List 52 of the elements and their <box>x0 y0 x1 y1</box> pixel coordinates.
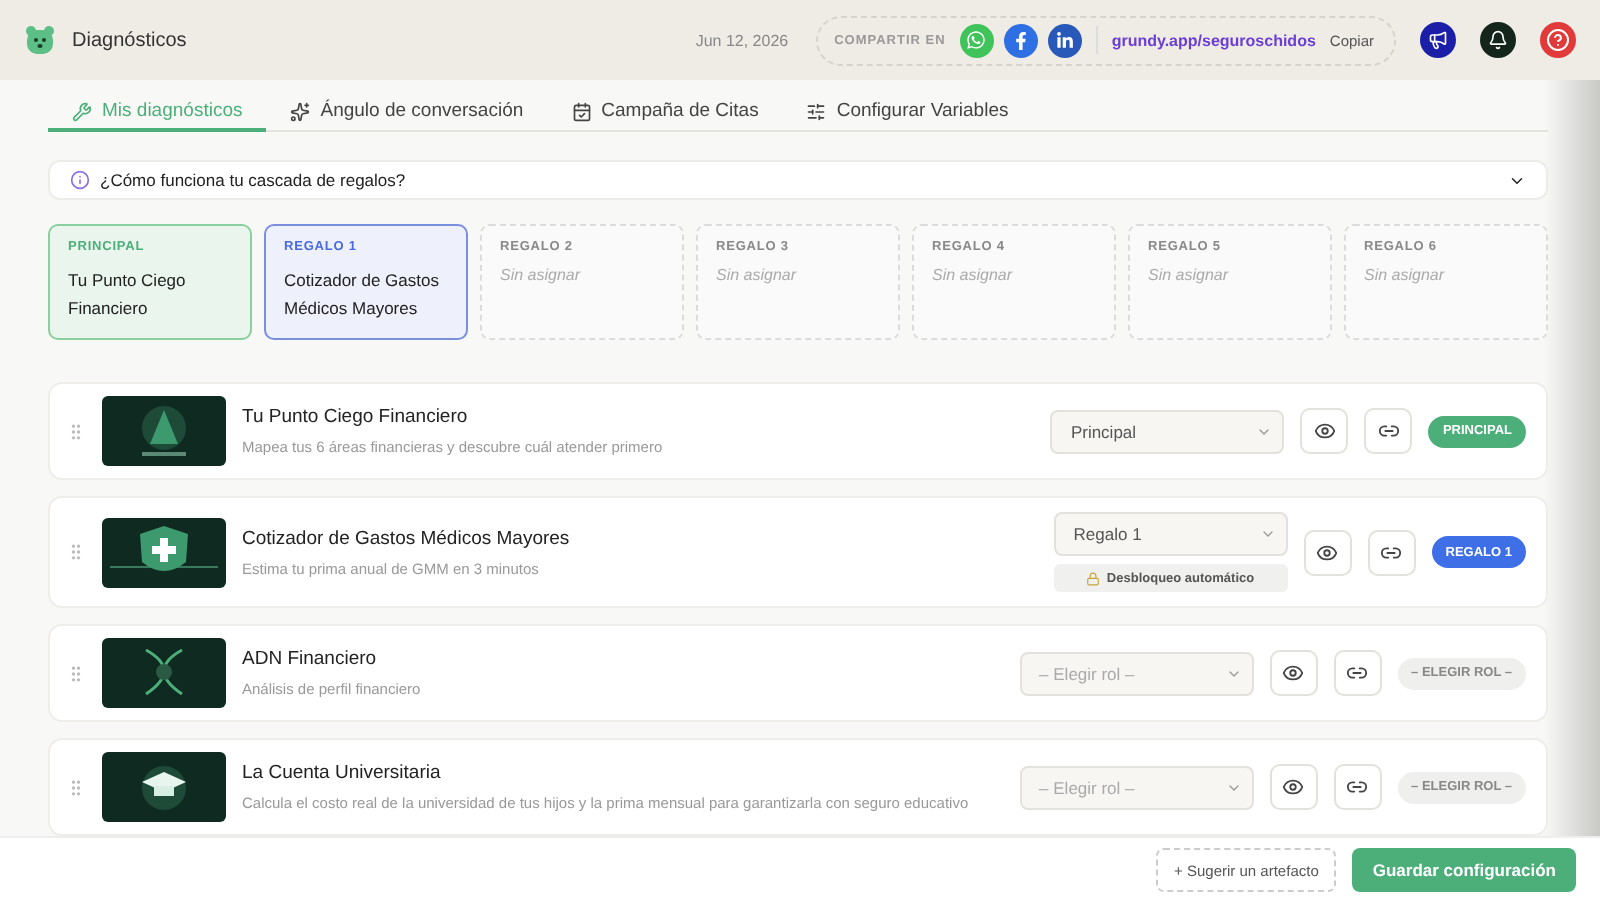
slot-title: Cotizador de Gastos Médicos Mayores <box>284 268 441 322</box>
diagnostic-title: Cotizador de Gastos Médicos Mayores <box>242 527 572 549</box>
slot-placeholder: Sin asignar <box>500 266 583 284</box>
preview-button[interactable] <box>1300 408 1349 454</box>
link-button[interactable] <box>1367 529 1416 575</box>
page-title: Diagnósticos <box>72 29 189 51</box>
preview-button[interactable] <box>1269 650 1318 696</box>
wrench-icon <box>72 101 92 122</box>
megaphone-icon[interactable] <box>1420 22 1456 58</box>
eye-icon <box>1313 420 1336 442</box>
preview-button[interactable] <box>1269 764 1318 810</box>
accordion-header[interactable]: ¿Cómo funciona tu cascada de regalos? <box>48 160 1548 200</box>
date: Jun 12, 2026 <box>695 31 789 49</box>
caret-icon <box>1259 526 1276 542</box>
slot-placeholder: Sin asignar <box>1364 266 1447 284</box>
diagnostic-title: Tu Punto Ciego Financiero <box>242 406 470 428</box>
eye-icon <box>1282 662 1305 684</box>
sliders-icon <box>806 101 827 122</box>
preview-button[interactable] <box>1303 529 1352 575</box>
tab[interactable]: Campaña de Citas <box>547 94 783 133</box>
drag-handle-icon[interactable] <box>66 663 86 683</box>
sparkles-icon <box>290 101 311 122</box>
share-link[interactable]: grundy.app/seguroschidos <box>1111 31 1316 49</box>
eye-icon <box>1282 776 1305 798</box>
diagnostic-title: La Cuenta Universitaria <box>242 762 443 784</box>
drag-handle-icon[interactable] <box>66 421 86 441</box>
facebook-icon[interactable] <box>1003 23 1038 57</box>
link-icon <box>1346 662 1369 684</box>
tab[interactable]: Configurar Variables <box>782 94 1033 133</box>
link-icon <box>1346 776 1369 798</box>
link-icon <box>1377 420 1400 442</box>
slot-placeholder: Sin asignar <box>716 266 799 284</box>
lock-icon <box>1086 571 1101 585</box>
role-select[interactable]: Principal <box>1050 409 1285 453</box>
eye-icon <box>1316 541 1339 563</box>
link-button[interactable] <box>1333 764 1382 810</box>
drag-handle-icon[interactable] <box>66 542 86 562</box>
linkedin-icon[interactable] <box>1047 23 1082 57</box>
link-button[interactable] <box>1364 408 1413 454</box>
role-select[interactable]: Regalo 1 <box>1053 512 1288 556</box>
slot-placeholder: Sin asignar <box>1148 266 1231 284</box>
drag-handle-icon[interactable] <box>66 777 86 797</box>
bear-logo-icon <box>24 24 56 56</box>
diagnostic-title: ADN Financiero <box>242 648 379 670</box>
help-icon[interactable] <box>1540 22 1576 58</box>
slot-placeholder: Sin asignar <box>932 266 1015 284</box>
info-icon <box>70 170 90 191</box>
link-button[interactable] <box>1333 650 1382 696</box>
bell-icon[interactable] <box>1480 22 1516 58</box>
calendar-icon <box>571 101 592 122</box>
tab[interactable]: Ángulo de conversación <box>266 94 548 133</box>
slot-title: Tu Punto Ciego Financiero <box>68 268 188 322</box>
